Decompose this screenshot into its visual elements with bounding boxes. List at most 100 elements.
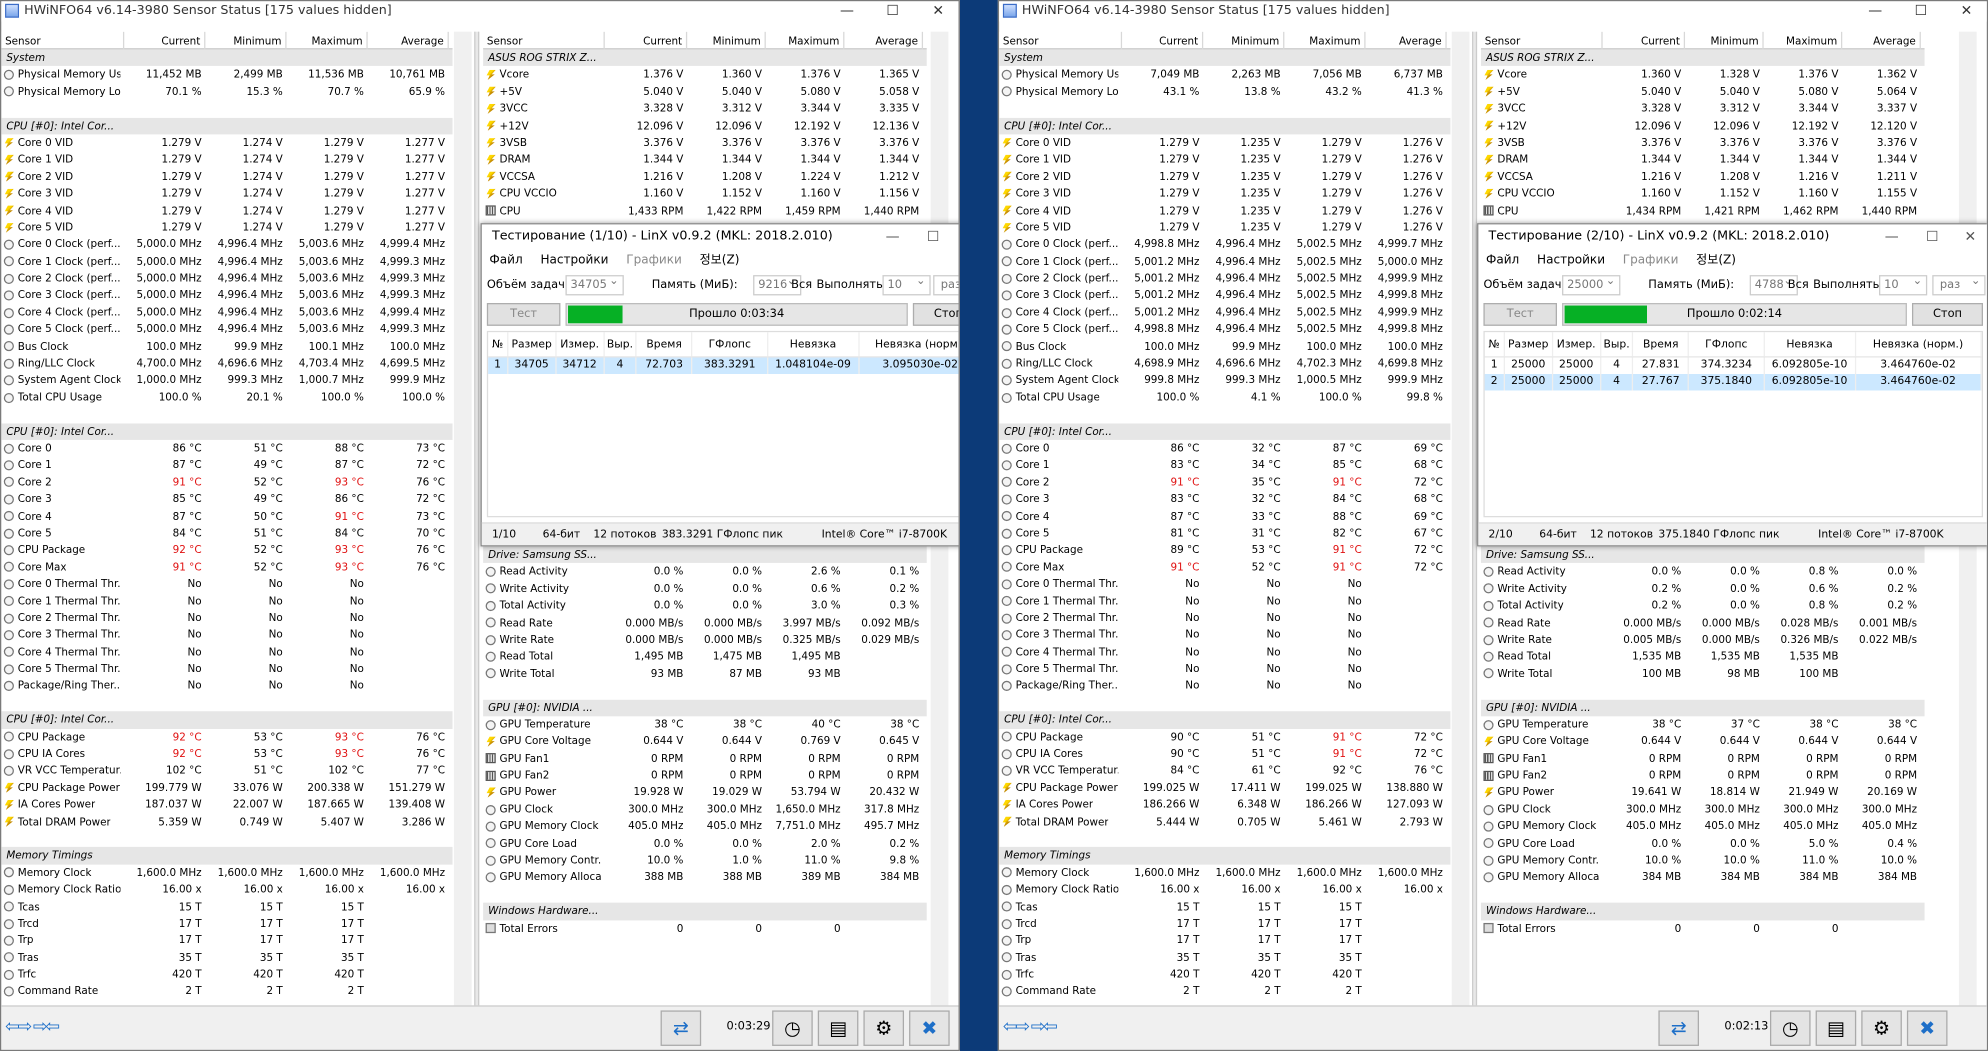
- sensor-row[interactable]: GPU Fan2 0 RPM 0 RPM 0 RPM 0 RPM: [483, 767, 927, 784]
- sensor-row[interactable]: Core Max 91 °C 52 °C 93 °C 76 °C: [1, 559, 452, 576]
- sensor-group[interactable]: Drive: Samsung SS...: [483, 546, 927, 564]
- sensor-row[interactable]: Write Total 93 MB 87 MB 93 MB: [483, 665, 927, 682]
- sensor-row[interactable]: Total Activity 0.2 % 0.0 % 0.8 % 0.2 %: [1481, 597, 1925, 614]
- sensor-row[interactable]: IA Cores Power 187.037 W 22.007 W 187.665 W…: [1, 796, 452, 813]
- sensor-row[interactable]: 3VSB 3.376 V 3.376 V 3.376 V 3.376 V: [1481, 134, 1925, 151]
- sensor-row[interactable]: Core 4 Clock (perf... 5,001.2 MHz 4,996.4 …: [999, 304, 1450, 321]
- sensor-row[interactable]: Physical Memory Used 7,049 MB 2,263 MB 7,05…: [999, 66, 1450, 83]
- results-col-header[interactable]: Невязка (норм.): [859, 332, 958, 356]
- sensor-row[interactable]: Tcas 15 T 15 T 15 T: [999, 898, 1450, 915]
- sensor-group[interactable]: CPU [#0]: Intel Cor...: [1, 711, 453, 729]
- sensor-row[interactable]: Core 5 Thermal Thr... No No No: [1, 661, 452, 678]
- sensor-row[interactable]: 3VCC 3.328 V 3.312 V 3.344 V 3.337 V: [1481, 100, 1925, 117]
- sensor-row[interactable]: GPU Temperature 38 °C 38 °C 40 °C 38 °C: [483, 716, 927, 733]
- results-table[interactable]: № Размер Измер. Выр. Время ГФлопс Невязка Невяз…: [486, 330, 959, 518]
- sensor-row[interactable]: Tcas 15 T 15 T 15 T: [1, 898, 452, 915]
- sensor-row[interactable]: Tras 35 T 35 T 35 T: [999, 949, 1450, 966]
- minimize-icon[interactable]: —: [875, 224, 911, 249]
- sensor-row[interactable]: VCCSA 1.216 V 1.208 V 1.216 V 1.211 V: [1481, 168, 1925, 185]
- column-header-maximum[interactable]: Maximum: [766, 31, 845, 50]
- sensor-row[interactable]: Total CPU Usage 100.0 % 4.1 % 100.0 % 99.8 %: [999, 389, 1450, 406]
- sensor-row[interactable]: Core 4 Thermal Thr... No No No: [1, 644, 452, 661]
- close-icon[interactable]: ✕: [953, 224, 958, 249]
- sensor-row[interactable]: GPU Power 19.928 W 19.029 W 53.794 W 20.432 …: [483, 784, 927, 801]
- menu-item-1[interactable]: Настройки: [1537, 254, 1605, 268]
- sensor-row[interactable]: Read Rate 0.000 MB/s 0.000 MB/s 0.028 MB/s 0…: [1481, 614, 1925, 631]
- sensor-row[interactable]: Total DRAM Power 5.359 W 0.749 W 5.407 W 3.2…: [1, 813, 452, 830]
- window-title-bar[interactable]: HWiNFO64 v6.14-3980 Sensor Status [175 v…: [999, 1, 1987, 22]
- sensor-row[interactable]: CPU Package 92 °C 53 °C 93 °C 76 °C: [1, 729, 452, 746]
- sensor-pane[interactable]: Drive: Samsung SS... Read Activity 0.0 % 0.…: [1480, 546, 1925, 936]
- sensor-row[interactable]: Trcd 17 T 17 T 17 T: [1, 915, 452, 932]
- network-icon[interactable]: ⇄: [1658, 1010, 1699, 1046]
- report-icon[interactable]: ▤: [817, 1010, 859, 1046]
- sensor-row[interactable]: CPU Package Power 199.779 W 33.076 W 200.33…: [1, 779, 452, 796]
- column-header-average[interactable]: Average: [368, 31, 449, 50]
- pane-divider[interactable]: [474, 31, 480, 1008]
- sensor-row[interactable]: Ring/LLC Clock 4,700.0 MHz 4,696.6 MHz 4,70…: [1, 355, 452, 372]
- sensor-group[interactable]: System: [1, 49, 453, 67]
- sensor-row[interactable]: Core 3 VID 1.279 V 1.235 V 1.279 V 1.276 V: [999, 185, 1450, 202]
- test-button[interactable]: Тест: [486, 303, 561, 326]
- table-row[interactable]: 2 25000 25000 4 27.767 375.1840 6.092805e-10 3.…: [1484, 374, 1982, 391]
- results-col-header[interactable]: ГФлопс: [1689, 332, 1765, 357]
- column-header-maximum[interactable]: Maximum: [287, 31, 368, 50]
- sensor-row[interactable]: Package/Ring Ther... No No No: [1, 678, 452, 695]
- sensor-group[interactable]: Windows Hardware...: [1480, 902, 1925, 920]
- sensor-row[interactable]: Core 5 VID 1.279 V 1.274 V 1.279 V 1.277 V: [1, 219, 452, 236]
- menu-item-1[interactable]: Настройки: [540, 254, 608, 268]
- sensor-row[interactable]: Read Activity 0.0 % 0.0 % 0.8 % 0.0 %: [1481, 563, 1925, 580]
- minimize-icon[interactable]: —: [824, 1, 870, 21]
- sensor-row[interactable]: Core 1 VID 1.279 V 1.235 V 1.279 V 1.276 V: [999, 151, 1450, 168]
- results-table[interactable]: № Размер Измер. Выр. Время ГФлопс Невязка Невяз…: [1483, 330, 1983, 518]
- results-col-header[interactable]: Выр.: [1601, 332, 1634, 357]
- column-header-average[interactable]: Average: [844, 31, 924, 50]
- menu-item-0[interactable]: Файл: [489, 254, 522, 268]
- run-count-select[interactable]: 10: [1879, 273, 1928, 296]
- column-header-minimum[interactable]: Minimum: [1203, 31, 1285, 50]
- sensor-group[interactable]: CPU [#0]: Intel Cor...: [999, 422, 1451, 440]
- sensor-row[interactable]: GPU Core Voltage 0.644 V 0.644 V 0.644 V 0.6…: [1481, 733, 1925, 750]
- column-header-minimum[interactable]: Minimum: [1685, 31, 1764, 50]
- hwinfo-window[interactable]: HWiNFO64 v6.14-3980 Sensor Status [175 v…: [0, 0, 960, 1051]
- sensor-row[interactable]: GPU Memory Contr... 10.0 % 1.0 % 11.0 % 9.8 …: [483, 852, 927, 869]
- left-right-arrows-icon[interactable]: ⇦⇨ ⇨⇦: [1003, 1017, 1058, 1037]
- sensor-row[interactable]: Memory Clock Ratio 16.00 x 16.00 x 16.00 x 1…: [1, 881, 452, 898]
- sensor-row[interactable]: Trfc 420 T 420 T 420 T: [999, 966, 1450, 983]
- sensor-group[interactable]: Memory Timings: [1, 847, 453, 865]
- sensor-row[interactable]: Read Total 1,535 MB 1,535 MB 1,535 MB: [1481, 648, 1925, 665]
- sensor-row[interactable]: CPU Package 92 °C 52 °C 93 °C 76 °C: [1, 542, 452, 559]
- sensor-row[interactable]: Read Rate 0.000 MB/s 0.000 MB/s 3.997 MB/s 0…: [483, 614, 927, 631]
- sensor-row[interactable]: Core 2 VID 1.279 V 1.235 V 1.279 V 1.276 V: [999, 168, 1450, 185]
- column-header-sensor[interactable]: Sensor: [483, 31, 605, 50]
- sensor-row[interactable]: CPU VCCIO 1.160 V 1.152 V 1.160 V 1.155 V: [1481, 185, 1925, 202]
- column-header-current[interactable]: Current: [124, 31, 206, 50]
- sensor-row[interactable]: CPU IA Cores 92 °C 53 °C 93 °C 76 °C: [1, 745, 452, 762]
- sensor-row[interactable]: Trcd 17 T 17 T 17 T: [999, 915, 1450, 932]
- sensor-row[interactable]: +5V 5.040 V 5.040 V 5.080 V 5.058 V: [483, 83, 927, 100]
- sensor-row[interactable]: Core 1 Thermal Thr... No No No: [999, 593, 1450, 610]
- sensor-row[interactable]: CPU 1,433 RPM 1,422 RPM 1,459 RPM 1,440 RPM: [483, 202, 927, 219]
- sensor-row[interactable]: Core Max 91 °C 52 °C 91 °C 72 °C: [999, 559, 1450, 576]
- sensor-row[interactable]: IA Cores Power 186.266 W 6.348 W 186.266 W 1…: [999, 796, 1450, 813]
- sensor-row[interactable]: Core 0 VID 1.279 V 1.274 V 1.279 V 1.277 V: [1, 134, 452, 151]
- sensor-row[interactable]: GPU Clock 300.0 MHz 300.0 MHz 300.0 MHz 300.…: [1481, 801, 1925, 818]
- sensor-row[interactable]: System Agent Clock 999.8 MHz 999.3 MHz 1,00…: [999, 372, 1450, 389]
- results-col-header[interactable]: Время: [1634, 332, 1690, 357]
- clock-icon[interactable]: ◷: [772, 1010, 813, 1046]
- test-button[interactable]: Тест: [1483, 303, 1557, 326]
- sensor-row[interactable]: Write Activity 0.0 % 0.0 % 0.6 % 0.2 %: [483, 580, 927, 597]
- close-icon[interactable]: ✕: [915, 1, 958, 21]
- sensor-row[interactable]: GPU Fan1 0 RPM 0 RPM 0 RPM 0 RPM: [1481, 750, 1925, 767]
- sensor-row[interactable]: GPU Power 19.641 W 18.814 W 21.949 W 20.169 …: [1481, 784, 1925, 801]
- sensor-row[interactable]: GPU Fan1 0 RPM 0 RPM 0 RPM 0 RPM: [483, 750, 927, 767]
- sensor-row[interactable]: Vcore 1.360 V 1.328 V 1.376 V 1.362 V: [1481, 66, 1925, 83]
- sensor-row[interactable]: Core 3 85 °C 49 °C 86 °C 72 °C: [1, 491, 452, 508]
- sensor-row[interactable]: GPU Core Load 0.0 % 0.0 % 5.0 % 0.4 %: [1481, 835, 1925, 852]
- sensor-row[interactable]: Physical Memory Used 11,452 MB 2,499 MB 11,…: [1, 66, 452, 83]
- sensor-row[interactable]: System Agent Clock 1,000.0 MHz 999.3 MHz 1,…: [1, 372, 452, 389]
- table-row[interactable]: 1 34705 34712 4 72.703 383.3291 1.048104e-09 3.…: [488, 357, 959, 375]
- column-header-minimum[interactable]: Minimum: [205, 31, 287, 50]
- sensor-pane[interactable]: Drive: Samsung SS... Read Activity 0.0 % 0.…: [483, 546, 927, 936]
- sensor-row[interactable]: Core 3 Clock (perf... 5,001.2 MHz 4,996.4 …: [999, 287, 1450, 304]
